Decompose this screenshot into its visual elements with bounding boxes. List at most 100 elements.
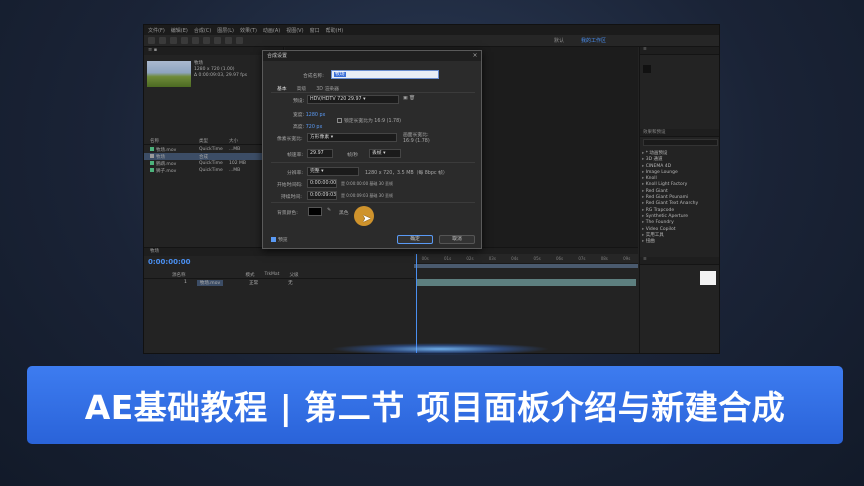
menu-window[interactable]: 窗口 (310, 27, 320, 34)
preset-select[interactable]: HDV/HDTV 720 29.97 ▾ (307, 95, 399, 104)
menu-view[interactable]: 视图(V) (286, 27, 303, 34)
column-name[interactable]: 名称 (144, 138, 199, 144)
column-size[interactable]: 大小 (229, 138, 254, 144)
bgcolor-name: 黑色 (339, 211, 349, 216)
ruler-tick: 09s (623, 256, 631, 261)
comp-name-input[interactable]: 牧场 (331, 70, 439, 79)
ruler-tick: 06s (555, 256, 564, 261)
pixel-aspect-select[interactable]: 方形像素 ▾ (307, 133, 397, 142)
character-panel-tab[interactable]: ≡ (640, 257, 719, 265)
ruler-tick: 05s (533, 256, 541, 261)
column-mode[interactable]: 模式 (246, 272, 255, 278)
rotate-tool-icon[interactable] (181, 37, 188, 44)
label-swatch-icon (150, 167, 154, 172)
pen-tool-icon[interactable] (225, 37, 232, 44)
menu-edit[interactable]: 编辑(E) (171, 27, 188, 34)
frame-aspect-value: 16:9 (1.78) (403, 139, 430, 144)
menu-animation[interactable]: 动画(A) (263, 27, 280, 34)
preview-row[interactable]: 预览 (271, 236, 288, 243)
eyedropper-icon[interactable]: ✎ (327, 208, 331, 213)
camera-tool-icon[interactable] (192, 37, 199, 44)
layer-mode-select[interactable]: 正常 (249, 280, 258, 286)
width-row: 宽度: 1280 px (293, 111, 325, 118)
ruler-tick: 04s (511, 256, 519, 261)
start-timecode-input[interactable]: 0:00:00:00 (307, 179, 337, 188)
ruler-tick: 03s (488, 256, 496, 261)
fill-stroke-swatch[interactable] (700, 271, 716, 285)
workspace-default[interactable]: 默认 (554, 37, 564, 44)
drop-frame-select[interactable]: 丢帧 ▾ (369, 149, 401, 158)
effects-list: * 动画预设 3D 通道 CINEMA 4D Image Lounge Knol… (642, 151, 698, 245)
menu-effect[interactable]: 效果(T) (240, 27, 257, 34)
start-timecode-info: 是 0:00:00:00 基础 30 丢帧 (341, 181, 394, 186)
playhead[interactable] (416, 254, 417, 353)
resolution-info: 1280 x 720，3.5 MB（每 8bpc 帧） (365, 171, 448, 176)
menubar: 文件(F) 编辑(E) 合成(C) 图层(L) 效果(T) 动画(A) 视图(V… (144, 25, 719, 35)
mask-tool-icon[interactable] (214, 37, 221, 44)
effects-category[interactable]: Red Giant Text Anarchy (642, 201, 698, 207)
zoom-tool-icon[interactable] (170, 37, 177, 44)
effects-search-input[interactable] (643, 139, 718, 146)
bgcolor-label: 背景颜色: (277, 211, 298, 216)
workspace-active[interactable]: 我的工作区 (581, 37, 606, 44)
cancel-button[interactable]: 取消 (439, 235, 475, 244)
timeline-layer[interactable]: 1 牧场.mov 正常 无 (144, 279, 414, 286)
duration-label: 持续时间: (281, 195, 302, 200)
column-source-name[interactable]: 源名称 (172, 272, 186, 278)
ruler-tick: 00s (421, 256, 429, 261)
current-timecode[interactable]: 0:00:00:00 (148, 258, 191, 266)
text-tool-icon[interactable] (236, 37, 243, 44)
time-ruler[interactable]: 00s 01s 02s 03s 04s 05s 06s 07s 08s 09s (414, 254, 638, 264)
close-icon[interactable]: × (472, 53, 478, 59)
ruler-tick: 08s (600, 256, 608, 261)
label-swatch-icon (150, 160, 154, 165)
layer-parent-select[interactable]: 无 (288, 280, 293, 286)
divider (271, 92, 475, 93)
divider (271, 202, 475, 203)
footage-info: 牧场 1280 x 720 (1.00) Δ 0:00:09:03, 29.97… (194, 61, 247, 79)
menu-layer[interactable]: 图层(L) (217, 27, 234, 34)
label-swatch-icon (150, 146, 154, 151)
layer-duration-bar[interactable] (416, 279, 636, 286)
effects-panel-title[interactable]: 效果和预设 (640, 129, 719, 137)
divider (271, 162, 475, 163)
width-value[interactable]: 1280 px (306, 113, 326, 118)
save-preset-icon[interactable]: ▣ 🗑 (403, 96, 415, 101)
bgcolor-swatch[interactable] (308, 207, 322, 216)
column-type[interactable]: 类型 (199, 138, 229, 144)
footage-duration: Δ 0:00:09:03, 29.97 fps (194, 73, 248, 78)
selection-tool-icon[interactable] (148, 37, 155, 44)
column-parent[interactable]: 父级 (289, 272, 298, 278)
layer-name[interactable]: 牧场.mov (196, 279, 224, 286)
layer-index: 1 (184, 280, 187, 285)
pan-tool-icon[interactable] (203, 37, 210, 44)
info-panel-tab[interactable]: ≡ (640, 47, 719, 55)
work-area-bar[interactable] (414, 264, 638, 268)
duration-input[interactable]: 0:00:09:03 (307, 191, 337, 200)
ruler-tick: 01s (443, 256, 452, 261)
footage-thumbnail (147, 61, 191, 87)
preview-label: 预览 (278, 238, 288, 243)
ok-button[interactable]: 确定 (397, 235, 433, 244)
menu-composition[interactable]: 合成(C) (194, 27, 211, 34)
lock-aspect-row[interactable]: 锁定长宽比为 16:9 (1.78) (337, 117, 401, 124)
menu-file[interactable]: 文件(F) (148, 27, 165, 34)
start-timecode-label: 开始时间码: (277, 183, 303, 188)
composition-icon (150, 153, 154, 158)
comp-name-label: 合成名称: (303, 74, 324, 79)
pixel-aspect-label: 像素长宽比: (277, 137, 303, 142)
hand-tool-icon[interactable] (159, 37, 166, 44)
height-value[interactable]: 720 px (306, 125, 323, 130)
column-trkmat[interactable]: TrkMat (265, 272, 280, 278)
framerate-input[interactable]: 29.97 (307, 149, 333, 158)
title-banner: AE基础教程 | 第二节 项目面板介绍与新建合成 (27, 366, 843, 444)
preview-checkbox[interactable] (271, 237, 276, 242)
ruler-tick: 02s (466, 256, 474, 261)
menu-help[interactable]: 帮助(H) (326, 27, 344, 34)
resolution-select[interactable]: 完整 ▾ (307, 167, 359, 176)
effects-category[interactable]: 扭曲 (642, 239, 698, 245)
banner-title: AE基础教程 | 第二节 项目面板介绍与新建合成 (84, 388, 786, 427)
glow-decoration (330, 343, 550, 355)
lock-aspect-checkbox[interactable] (337, 118, 342, 123)
timeline-column-headers: 源名称 模式 TrkMat 父级 (144, 272, 414, 279)
